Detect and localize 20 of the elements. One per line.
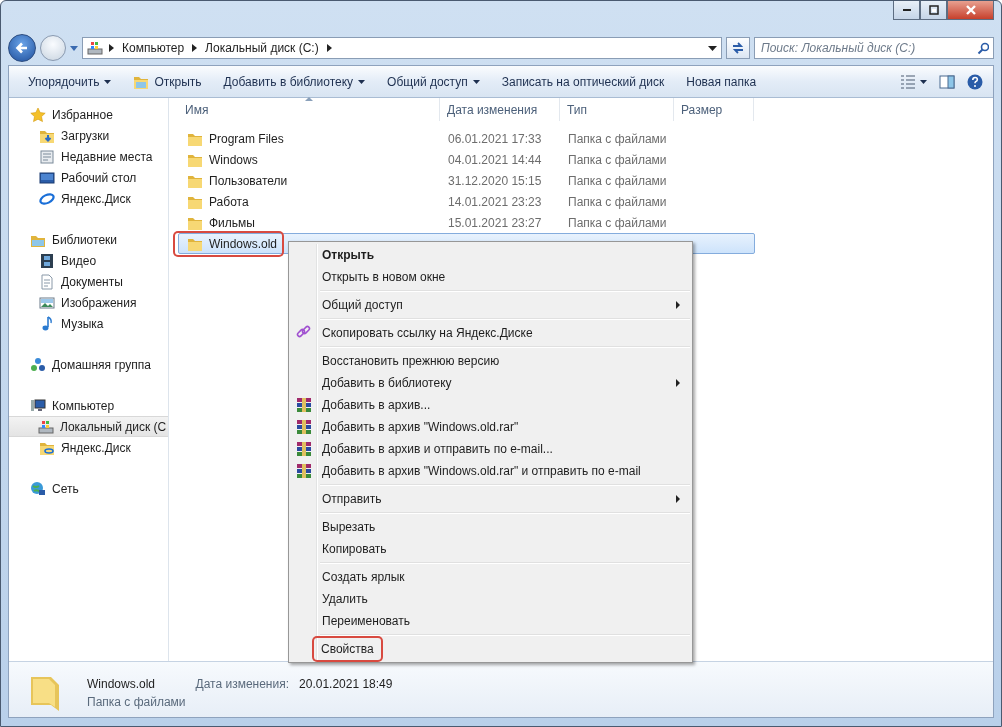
type-cell-text: Папка с файлами [567,131,668,146]
file-type: Папка с файлами [87,694,186,709]
file-name: Работа [208,194,250,209]
file-name: Windows.old [87,676,157,691]
date-cell-text: 04.01.2021 14:44 [447,152,543,167]
date-cell-text: 14.01.2021 23:23 [447,194,543,209]
file-name: Program Files [208,131,285,146]
type-cell-text: Папка с файлами [567,194,668,209]
date-cell-text: 31.12.2020 15:15 [447,173,543,188]
file-name: Windows.old [208,236,279,251]
type-cell-text: Папка с файлами [567,173,668,188]
file-name: Фильмы [208,215,256,230]
date-cell-text: 15.01.2021 23:27 [447,215,543,230]
date-cell-text: 06.01.2021 17:33 [447,131,543,146]
field-value: 20.01.2021 18:49 [299,676,393,691]
type-cell-text: Папка с файлами [567,215,668,230]
file-name: Пользователи [208,173,289,188]
file-name: Windows [208,152,259,167]
field-label: Дата изменения: [195,676,290,691]
type-cell-text: Папка с файлами [567,152,668,167]
